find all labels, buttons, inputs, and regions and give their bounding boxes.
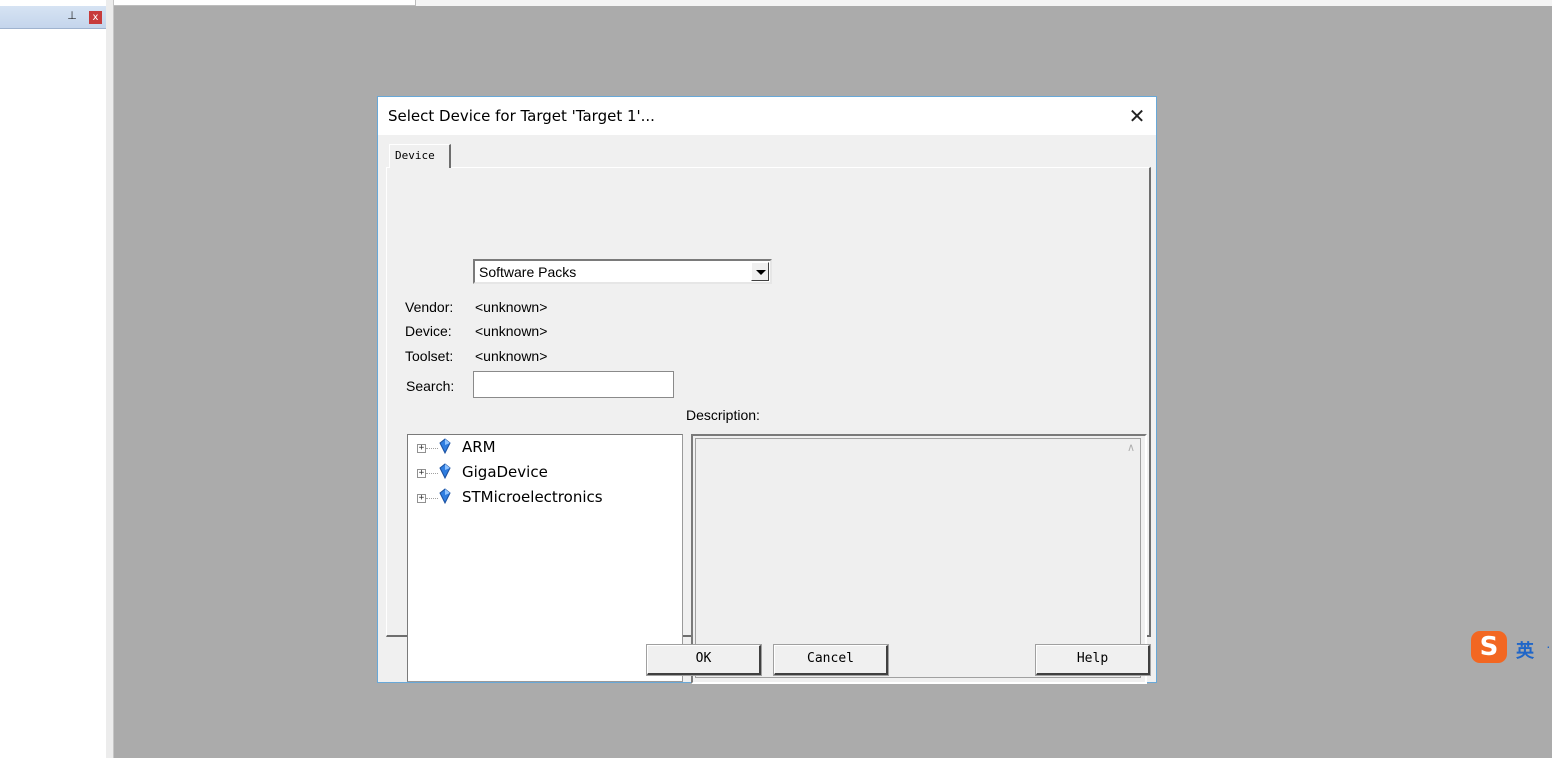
expand-icon[interactable]: +	[417, 469, 426, 478]
tab-device[interactable]: Device	[389, 144, 451, 168]
dialog-close-button[interactable]: ✕	[1122, 103, 1152, 129]
toolset-value: <unknown>	[475, 348, 548, 364]
project-panel: ⊥ x	[0, 0, 107, 758]
cancel-button[interactable]: Cancel	[773, 644, 889, 676]
scroll-up-icon[interactable]: ∧	[1122, 439, 1140, 457]
tree-item-arm[interactable]: + ARM	[408, 436, 678, 460]
vertical-scrollbar[interactable]: ∧ ∨	[1122, 439, 1140, 661]
select-device-dialog: Select Device for Target 'Target 1'... ✕…	[377, 96, 1157, 684]
search-label: Search:	[406, 378, 455, 394]
dialog-title: Select Device for Target 'Target 1'...	[388, 107, 655, 125]
tree-item-stmicroelectronics[interactable]: + STMicroelectronics	[408, 486, 678, 510]
device-value: <unknown>	[475, 323, 548, 339]
description-area[interactable]: ∧ ∨ < >	[695, 438, 1141, 678]
description-label: Description:	[686, 407, 760, 423]
tree-connector	[426, 473, 438, 474]
vendor-gem-icon	[439, 463, 451, 479]
pin-icon[interactable]: ⊥	[66, 9, 78, 23]
close-icon[interactable]: x	[89, 11, 102, 24]
dialog-titlebar: Select Device for Target 'Target 1'... ✕	[378, 97, 1156, 135]
expand-icon[interactable]: +	[417, 444, 426, 453]
ime-toolbar[interactable]: S 英 ·	[1470, 630, 1552, 664]
panel-splitter[interactable]	[106, 0, 114, 758]
project-panel-header: ⊥ x	[0, 6, 106, 29]
tree-item-label: GigaDevice	[462, 463, 548, 481]
device-tab-panel: Software Packs Vendor: <unknown> Device:…	[386, 167, 1151, 684]
vendor-gem-icon	[439, 488, 451, 504]
tree-connector	[426, 448, 438, 449]
sogou-logo-icon[interactable]: S	[1471, 631, 1507, 663]
search-input[interactable]	[473, 371, 674, 398]
tree-connector	[426, 498, 438, 499]
expand-icon[interactable]: +	[417, 494, 426, 503]
ok-button[interactable]: OK	[646, 644, 762, 676]
source-select[interactable]: Software Packs	[473, 259, 772, 284]
source-select-value: Software Packs	[479, 264, 577, 280]
toolset-label: Toolset:	[405, 348, 454, 364]
device-tree[interactable]: + ARM + GigaDevice + STMicroelectronics	[407, 434, 683, 682]
tree-item-label: ARM	[462, 438, 496, 456]
vendor-gem-icon	[439, 438, 451, 454]
help-button[interactable]: Help	[1035, 644, 1151, 676]
vendor-label: Vendor:	[405, 299, 454, 315]
chevron-down-icon[interactable]	[751, 262, 769, 281]
tree-item-label: STMicroelectronics	[462, 488, 603, 506]
tab-device-label: Device	[395, 149, 435, 162]
ime-mode[interactable]: 英	[1516, 637, 1534, 663]
ime-extra[interactable]: ·	[1546, 638, 1551, 654]
vendor-value: <unknown>	[475, 299, 548, 315]
tree-item-gigadevice[interactable]: + GigaDevice	[408, 461, 678, 485]
device-label: Device:	[405, 323, 452, 339]
